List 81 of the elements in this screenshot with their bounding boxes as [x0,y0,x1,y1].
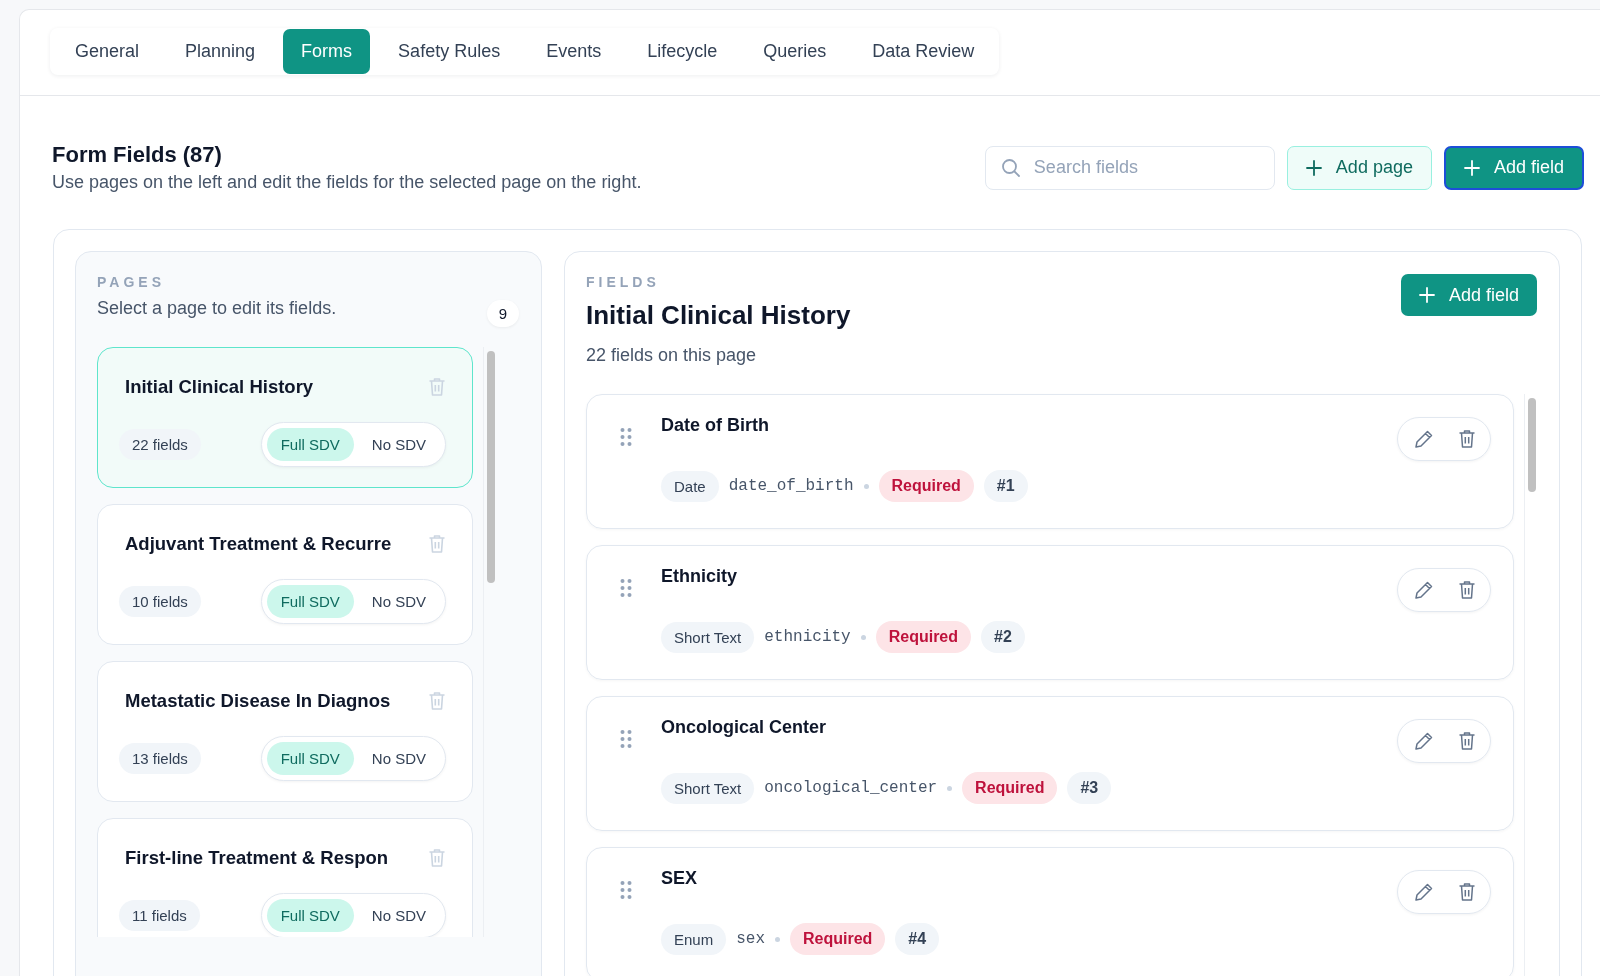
field-name: Date of Birth [661,415,770,436]
add-page-button[interactable]: Add page [1286,145,1432,190]
scrollbar[interactable] [483,347,496,937]
page-title: Initial Clinical History [125,376,314,398]
type-tag: Date [661,470,719,502]
search-field[interactable]: Search fields [984,145,1275,190]
required-tag: Required [962,772,1058,804]
field-count: 13 fields [119,743,201,774]
plus-icon [1463,159,1480,176]
panel-heading: FIELDS [586,274,661,290]
section-title: Form Fields (87) [52,142,223,168]
sdv-option[interactable]: No SDV [357,899,440,932]
add-field-button[interactable]: Add field [1400,274,1537,316]
sdv-option[interactable]: Full SDV [266,899,354,932]
drag-handle-icon[interactable] [620,427,632,447]
plus-icon [1418,287,1435,303]
field-key: oncological_center [764,779,938,797]
page-card[interactable]: Initial Clinical History 22 fields Full SDV No SDV [97,347,473,488]
field-count-text: 22 fields on this page [586,345,758,366]
drag-handle-icon[interactable] [620,729,632,749]
separator-dot [860,634,866,640]
field-count: 22 fields [119,429,201,460]
field-key: date_of_birth [728,477,854,495]
tab[interactable]: Events [528,29,620,74]
page-card[interactable]: Metastatic Disease In Diagnos 13 fields Full SDV No SDV [97,661,473,802]
add-field-button[interactable]: Add field [1443,145,1584,190]
edit-icon[interactable] [1414,731,1434,751]
tab[interactable]: Lifecycle [629,29,736,74]
sdv-option[interactable]: Full SDV [266,585,354,618]
field-number: #2 [981,621,1025,653]
delete-icon[interactable] [1458,580,1476,600]
field-count: 10 fields [119,586,201,617]
page-title: Metastatic Disease In Diagnos [125,690,391,712]
required-tag: Required [875,621,972,653]
field-name: SEX [661,868,699,889]
type-tag: Enum [661,923,727,955]
tab[interactable]: Data Review [854,29,993,74]
type-tag: Short Text [661,772,755,804]
field-number: #4 [895,923,940,955]
section-subtitle: Use pages on the left and edit the fields for the selected page on the right. [52,172,643,193]
page-title: Adjuvant Treatment & Recurre [125,533,392,555]
tab[interactable]: General [57,29,158,74]
page-card[interactable]: Adjuvant Treatment & Recurre 10 fields Full SDV No SDV [97,504,473,645]
plus-icon [1305,159,1322,176]
sdv-option[interactable]: No SDV [357,742,440,775]
sdv-option[interactable]: Full SDV [266,428,354,461]
sdv-option[interactable]: No SDV [357,428,440,461]
drag-handle-icon[interactable] [620,578,632,598]
tab[interactable]: Safety Rules [380,29,519,74]
edit-icon[interactable] [1414,580,1434,600]
page-card[interactable]: First-line Treatment & Respon 11 fields Full SDV No SDV [97,818,473,937]
page-heading: Initial Clinical History [586,300,851,331]
edit-icon[interactable] [1414,429,1434,449]
required-tag: Required [790,923,886,955]
field-number: #1 [983,470,1028,502]
sdv-option[interactable]: No SDV [357,585,440,618]
separator-dot [947,785,953,791]
edit-icon[interactable] [1414,882,1434,902]
panel-hint: Select a page to edit its fields. [97,298,337,319]
field-key: sex [736,930,765,948]
required-tag: Required [878,470,974,502]
tab[interactable]: Planning [167,29,274,74]
scrollbar[interactable] [1524,394,1537,976]
sdv-option[interactable]: Full SDV [266,742,354,775]
drag-handle-icon[interactable] [620,880,632,900]
page-count: 9 [486,300,519,327]
field-name: Ethnicity [661,566,738,587]
separator-dot [863,483,869,489]
field-key: ethnicity [764,628,851,646]
delete-icon[interactable] [1458,882,1476,902]
separator-dot [775,936,780,942]
tab[interactable]: Forms [283,29,371,74]
field-name: Oncological Center [661,717,828,738]
panel-heading: PAGES [97,274,166,290]
page-title: First-line Treatment & Respon [125,847,389,869]
tab[interactable]: Queries [745,29,845,74]
delete-icon[interactable] [1458,429,1476,449]
field-count: 11 fields [119,900,200,931]
delete-icon[interactable] [1458,731,1476,751]
type-tag: Short Text [661,621,755,653]
field-number: #3 [1067,772,1112,804]
